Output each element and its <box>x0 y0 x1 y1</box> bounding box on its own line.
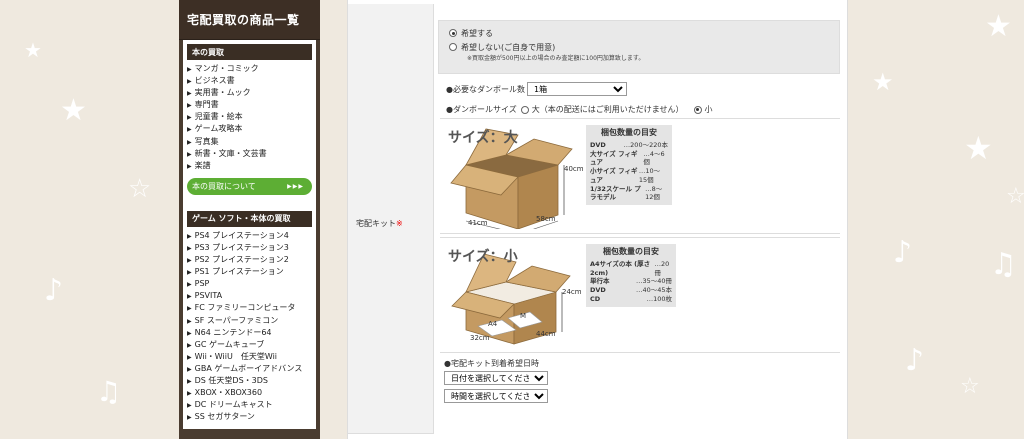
small-box-height: 24cm <box>562 288 582 296</box>
guide-title: 梱包数量の目安 <box>601 128 657 137</box>
sidebar-item-n64[interactable]: N64 ニンテンドー64 <box>187 327 312 339</box>
large-box-guide: 梱包数量の目安 DVD …200〜220本 大サイズ フィギュア …4〜6個 小サイ… <box>586 125 672 206</box>
star-icon: ★ <box>872 68 894 96</box>
quantity-select[interactable]: 1箱 <box>526 82 627 96</box>
star-icon: ★ <box>985 9 1012 44</box>
guide-row: 単行本 …35〜40冊 <box>590 277 672 286</box>
delivery-date-label: ●宅配キット到着希望日時 <box>444 359 539 368</box>
sidebar-item-manga[interactable]: マンガ・コミック <box>187 63 312 75</box>
sidebar-panel: 本の買取 マンガ・コミック ビジネス書 実用書・ムック 専門書 児童書・絵本 ゲ… <box>183 40 316 430</box>
kit-note: ※買取金額が500円以上の場合のみ査定額に100円加算致します。 <box>467 55 645 62</box>
book-category-list: マンガ・コミック ビジネス書 実用書・ムック 専門書 児童書・絵本 ゲーム攻略本… <box>187 63 312 172</box>
star-icon: ☆ <box>960 374 980 399</box>
star-icon: ☆ <box>1006 184 1024 209</box>
label-column: 宅配キット※ <box>348 4 434 434</box>
sidebar-item-sheet-music[interactable]: 楽譜 <box>187 160 312 172</box>
sidebar-item-wii[interactable]: Wii・WiiU 任天堂Wii <box>187 351 312 363</box>
large-box-width: 41cm <box>468 219 488 227</box>
book-buyback-about-button[interactable]: 本の買取について ▶▶▶ <box>187 177 312 195</box>
size-small-label: 小 <box>704 105 713 114</box>
guide-row: 1/32スケール プラモデル …8〜12個 <box>590 184 663 202</box>
size-row: ●ダンボールサイズ 大（本の配送にはご利用いただけません） 小 <box>446 104 713 115</box>
small-box-panel: サイズ：小 A4 M 24cm 32cm 44cm 梱包数量の目安 A4サイズの… <box>440 237 840 353</box>
kit-option-no[interactable]: 希望しない(ご自身で用意) <box>449 41 839 53</box>
kit-option-yes[interactable]: 希望する <box>449 27 839 39</box>
quantity-row: ●必要なダンボール数 1箱 <box>446 82 627 96</box>
radio-button[interactable] <box>449 43 457 51</box>
kit-option-no-label: 希望しない(ご自身で用意) <box>461 42 556 52</box>
star-icon: ★ <box>24 38 42 62</box>
small-box-inner-a4: A4 <box>488 320 498 328</box>
sidebar-item-strategy-guides[interactable]: ゲーム攻略本 <box>187 123 312 135</box>
triple-arrow-icon: ▶▶▶ <box>287 182 304 190</box>
size-large-label: 大（本の配送にはご利用いただけません） <box>531 105 684 114</box>
guide-row: CD …100枚 <box>590 294 672 303</box>
star-icon: ★ <box>964 129 993 167</box>
sidebar-item-fc[interactable]: FC ファミリーコンピュータ <box>187 302 312 314</box>
sidebar-item-ps4[interactable]: PS4 プレイステーション4 <box>187 230 312 242</box>
sidebar-item-practical[interactable]: 実用書・ムック <box>187 87 312 99</box>
sidebar-title: 宅配買取の商品一覧 <box>179 0 320 40</box>
sidebar-item-sf[interactable]: SF スーパーファミコン <box>187 315 312 327</box>
guide-row: DVD …200〜220本 <box>590 140 668 149</box>
size-large-radio[interactable] <box>520 105 529 114</box>
small-box-width: 32cm <box>470 334 490 342</box>
guide-row: 大サイズ フィギュア …4〜6個 <box>590 149 665 167</box>
large-box-depth: 58cm <box>536 215 556 223</box>
large-box-title: サイズ：大 <box>448 130 518 146</box>
guide-row: DVD …40〜45本 <box>590 286 672 295</box>
large-box-height: 40cm <box>564 165 584 173</box>
sidebar-item-psvita[interactable]: PSVITA <box>187 290 312 302</box>
sidebar-item-xbox[interactable]: XBOX・XBOX360 <box>187 387 312 399</box>
sidebar-item-ss[interactable]: SS セガサターン <box>187 411 312 423</box>
guide-row: 小サイズ フィギュア …10〜15個 <box>590 167 661 184</box>
sidebar-item-children[interactable]: 児童書・絵本 <box>187 111 312 123</box>
small-box-guide: 梱包数量の目安 A4サイズの本 (厚さ2cm) …20冊 単行本 …35〜40冊 D… <box>586 244 676 307</box>
sidebar-item-ps2[interactable]: PS2 プレイステーション2 <box>187 254 312 266</box>
sidebar-item-gba[interactable]: GBA ゲームボーイアドバンス <box>187 363 312 375</box>
button-label: 本の買取について <box>192 181 256 191</box>
size-small-radio[interactable] <box>693 105 702 114</box>
guide-row: A4サイズの本 (厚さ2cm) …20冊 <box>590 259 670 277</box>
value-column: 希望する 希望しない(ご自身で用意) ※買取金額が500円以上の場合のみ査定額に… <box>436 4 846 434</box>
field-label-text: 宅配キット <box>356 219 396 228</box>
game-section-heading: ゲーム ソフト・本体の買取 <box>187 210 312 227</box>
star-icon: ☆ <box>128 174 152 204</box>
radio-button[interactable] <box>449 29 457 37</box>
small-box-title: サイズ：小 <box>448 249 518 265</box>
time-select[interactable]: 時間を選択してください <box>444 389 548 403</box>
sidebar-item-specialist[interactable]: 専門書 <box>187 99 312 111</box>
music-note-icon: ♪ <box>893 235 913 270</box>
star-icon: ★ <box>60 93 87 128</box>
sidebar-item-business[interactable]: ビジネス書 <box>187 75 312 87</box>
form-table: 宅配キット※ 希望する 希望しない(ご自身で用意) ※買取金額が500円以上の場… <box>347 0 848 439</box>
delivery-date-area: ●宅配キット到着希望日時 日付を選択してください 時間を選択してください <box>444 358 548 403</box>
required-mark: ※ <box>396 219 403 228</box>
music-note-icon: ♫ <box>96 375 122 408</box>
music-note-icon: ♪ <box>44 273 64 308</box>
large-box-panel: サイズ：大 40cm 41cm 58cm 梱包数量の目安 DVD …200〜220… <box>440 118 840 234</box>
sidebar: 宅配買取の商品一覧 本の買取 マンガ・コミック ビジネス書 実用書・ムック 専門… <box>179 0 320 439</box>
small-box-depth: 44cm <box>536 330 556 338</box>
sidebar-item-ps1[interactable]: PS1 プレイステーション <box>187 266 312 278</box>
sidebar-item-ps3[interactable]: PS3 プレイステーション3 <box>187 242 312 254</box>
quantity-label: ●必要なダンボール数 <box>446 84 525 94</box>
music-note-icon: ♪ <box>905 343 925 378</box>
guide-title: 梱包数量の目安 <box>603 247 659 256</box>
sidebar-item-psp[interactable]: PSP <box>187 278 312 290</box>
book-section-heading: 本の買取 <box>187 44 312 60</box>
music-note-icon: ♫ <box>990 247 1017 282</box>
game-category-list: PS4 プレイステーション4 PS3 プレイステーション3 PS2 プレイステー… <box>187 230 312 424</box>
size-label: ●ダンボールサイズ <box>446 105 517 114</box>
kit-option-yes-label: 希望する <box>461 28 493 38</box>
sidebar-item-novels[interactable]: 新書・文庫・文芸書 <box>187 148 312 160</box>
sidebar-item-ds[interactable]: DS 任天堂DS・3DS <box>187 375 312 387</box>
date-select[interactable]: 日付を選択してください <box>444 371 548 385</box>
small-box-inner-m: M <box>520 312 527 320</box>
field-label-delivery-kit: 宅配キット※ <box>356 218 403 229</box>
sidebar-item-dc[interactable]: DC ドリームキャスト <box>187 399 312 411</box>
sidebar-item-photobooks[interactable]: 写真集 <box>187 136 312 148</box>
kit-option-box: 希望する 希望しない(ご自身で用意) ※買取金額が500円以上の場合のみ査定額に… <box>438 20 840 74</box>
sidebar-item-gc[interactable]: GC ゲームキューブ <box>187 339 312 351</box>
